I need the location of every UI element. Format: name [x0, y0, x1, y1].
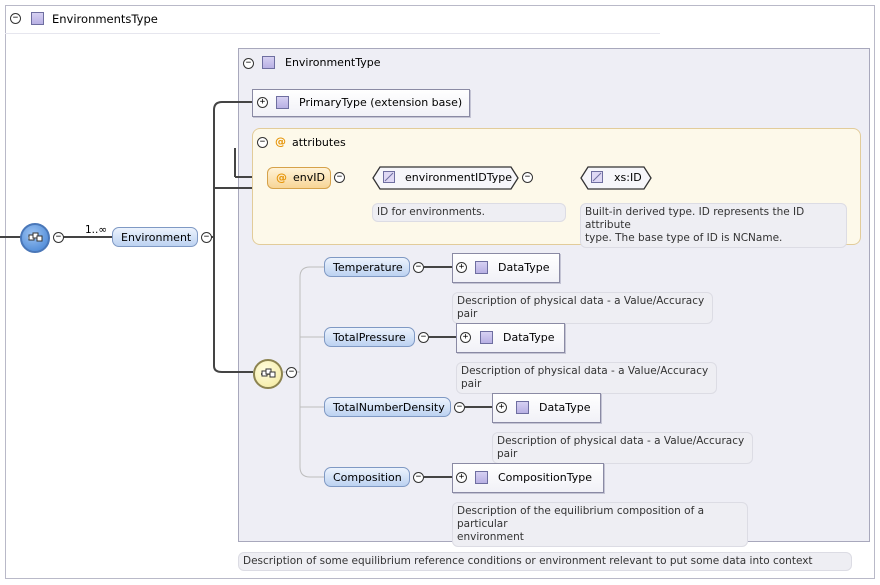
composition-collapse-icon[interactable]: −	[413, 472, 424, 483]
composition-note: Description of the equilibrium compositi…	[452, 502, 748, 547]
total-pressure-note: Description of physical data - a Value/A…	[456, 362, 717, 394]
temperature-collapse-icon[interactable]: −	[413, 262, 424, 273]
type-expand-icon[interactable]: +	[456, 262, 467, 273]
environment-note: Description of some equilibrium referenc…	[238, 552, 852, 571]
composition-element[interactable]: Composition	[324, 467, 410, 487]
simple-type-icon	[591, 171, 603, 183]
environment-collapse-icon[interactable]: −	[201, 232, 212, 243]
envid-label: envID	[293, 171, 325, 184]
environment-id-type-collapse-icon[interactable]: −	[522, 172, 533, 183]
environment-element[interactable]: Environment	[112, 227, 198, 247]
complex-type-icon	[276, 96, 289, 109]
attribute-at-icon: @	[276, 171, 287, 184]
type-label: DataType	[503, 331, 555, 344]
type-label: DataType	[498, 261, 550, 274]
sequence-collapse-icon[interactable]: −	[286, 367, 297, 378]
type-expand-icon[interactable]: +	[496, 402, 507, 413]
xs-id-label: xs:ID	[614, 171, 642, 184]
sequence-compositor-icon[interactable]	[20, 223, 50, 253]
attributes-title: attributes	[292, 136, 346, 149]
total-number-density-collapse-icon[interactable]: −	[454, 402, 465, 413]
complex-type-icon	[480, 331, 493, 344]
note-text-line2: type. The base type of ID is NCName.	[585, 232, 783, 244]
type-label: CompositionType	[498, 471, 592, 484]
total-number-density-note: Description of physical data - a Value/A…	[492, 432, 753, 464]
environment-id-type-label: environmentIDType	[405, 171, 513, 184]
type-expand-icon[interactable]: +	[456, 472, 467, 483]
attribute-at-icon: @	[275, 135, 286, 148]
xs-id-note: Built-in derived type. ID represents the…	[580, 203, 847, 248]
envid-collapse-icon[interactable]: −	[334, 172, 345, 183]
note-text-line2: environment	[457, 531, 524, 543]
total-pressure-collapse-icon[interactable]: −	[418, 332, 429, 343]
complex-type-icon	[516, 401, 529, 414]
connector-lines	[0, 101, 581, 478]
complex-type-icon	[475, 471, 488, 484]
note-text: Description of physical data - a Value/A…	[461, 365, 709, 390]
note-text: Description of physical data - a Value/A…	[497, 435, 745, 460]
note-text: ID for environments.	[377, 206, 485, 218]
sequence-compositor-icon[interactable]	[253, 359, 283, 389]
simple-type-icon	[383, 171, 395, 183]
sequence-collapse-icon[interactable]: −	[53, 232, 64, 243]
complex-type-icon	[475, 261, 488, 274]
total-number-density-element[interactable]: TotalNumberDensity	[324, 397, 451, 417]
note-text-line1: Built-in derived type. ID represents the…	[585, 206, 805, 231]
type-expand-icon[interactable]: +	[460, 332, 471, 343]
environment-id-type-note: ID for environments.	[372, 203, 566, 222]
primary-type-expand-icon[interactable]: +	[257, 97, 268, 108]
cardinality-label: 1..∞	[85, 224, 108, 236]
note-text: Description of some equilibrium referenc…	[243, 555, 813, 567]
primary-type-label: PrimaryType (extension base)	[299, 96, 463, 109]
total-pressure-element[interactable]: TotalPressure	[324, 327, 415, 347]
note-text: Description of physical data - a Value/A…	[457, 295, 705, 320]
note-text-line1: Description of the equilibrium compositi…	[457, 505, 705, 530]
temperature-element[interactable]: Temperature	[324, 257, 410, 277]
temperature-note: Description of physical data - a Value/A…	[452, 292, 713, 324]
attributes-collapse-icon[interactable]: −	[257, 137, 268, 148]
type-label: DataType	[539, 401, 591, 414]
